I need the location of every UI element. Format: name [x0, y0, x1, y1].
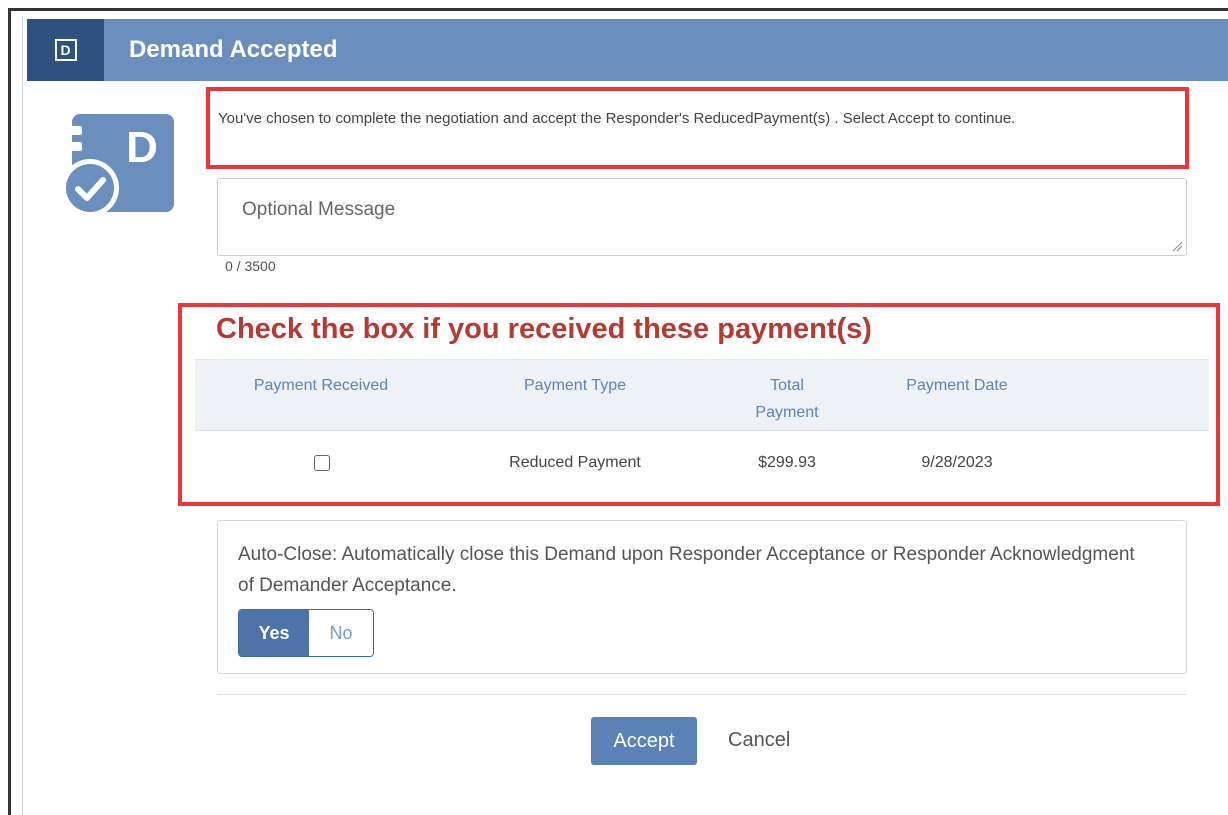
- column-total-line2: Payment: [755, 404, 819, 421]
- header-badge-icon: D: [54, 39, 77, 61]
- optional-message-field[interactable]: [217, 178, 1187, 256]
- payments-table-header: Payment Received Payment Type Total Paym…: [195, 359, 1209, 431]
- payment-type-cell: Reduced Payment: [509, 454, 641, 471]
- logo-letter: D: [126, 123, 158, 172]
- demand-accepted-icon: D: [61, 114, 174, 216]
- column-payment-received: Payment Received: [253, 377, 389, 394]
- notice-box: You've chosen to complete the negotiatio…: [206, 87, 1189, 169]
- column-payment-type: Payment Type: [524, 377, 626, 394]
- auto-close-no-button[interactable]: No: [309, 610, 373, 656]
- dialog-title: Demand Accepted: [129, 36, 338, 63]
- resize-handle-icon[interactable]: [1171, 240, 1183, 252]
- auto-close-panel: Auto-Close: Automatically close this Dem…: [217, 520, 1187, 674]
- payments-title: Check the box if you received these paym…: [216, 313, 872, 345]
- column-total-payment: Total Payment: [735, 372, 839, 426]
- auto-close-text: Auto-Close: Automatically close this Dem…: [238, 544, 1135, 596]
- payment-total-cell: $299.93: [758, 454, 816, 471]
- auto-close-toggle: Yes No: [238, 609, 374, 657]
- column-total-line1: Total: [770, 377, 804, 394]
- accept-button[interactable]: Accept: [591, 717, 697, 765]
- dialog-header: D Demand Accepted: [27, 19, 1228, 81]
- column-payment-date: Payment Date: [906, 377, 1008, 394]
- table-row: Reduced Payment $299.93 9/28/2023: [195, 432, 1209, 496]
- notice-text: You've chosen to complete the negotiatio…: [218, 110, 1016, 127]
- payment-received-checkbox[interactable]: [314, 455, 330, 471]
- header-badge: D: [27, 19, 104, 81]
- character-counter: 0 / 3500: [225, 258, 276, 274]
- cancel-button[interactable]: Cancel: [728, 729, 790, 752]
- divider: [217, 694, 1187, 695]
- auto-close-yes-button[interactable]: Yes: [239, 610, 309, 656]
- optional-message-input[interactable]: [218, 179, 1186, 255]
- payment-date-cell: 9/28/2023: [921, 454, 993, 471]
